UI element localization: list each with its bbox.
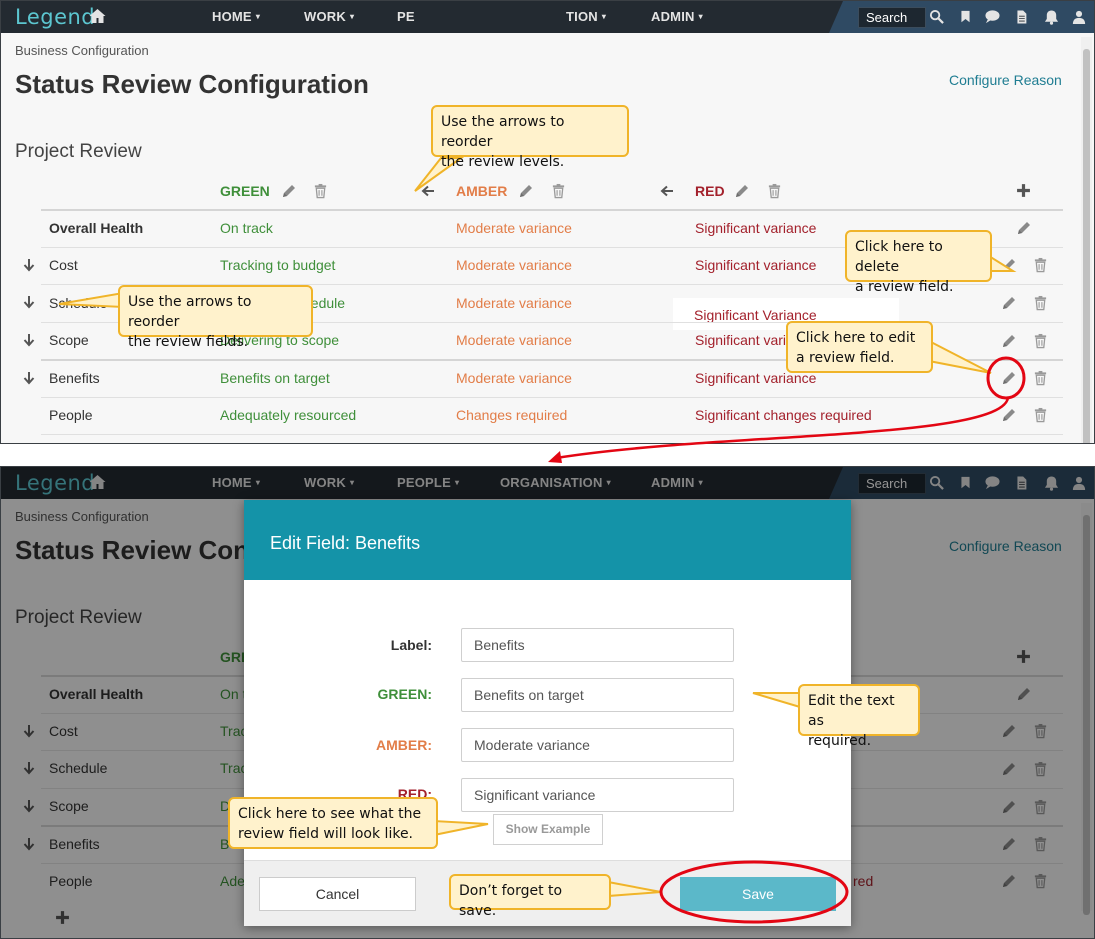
- connector-arrowhead: [548, 451, 562, 463]
- annotation-overlay: [548, 356, 1026, 463]
- edit-highlight-ring: [986, 356, 1026, 400]
- connector-arrow: [555, 397, 1010, 460]
